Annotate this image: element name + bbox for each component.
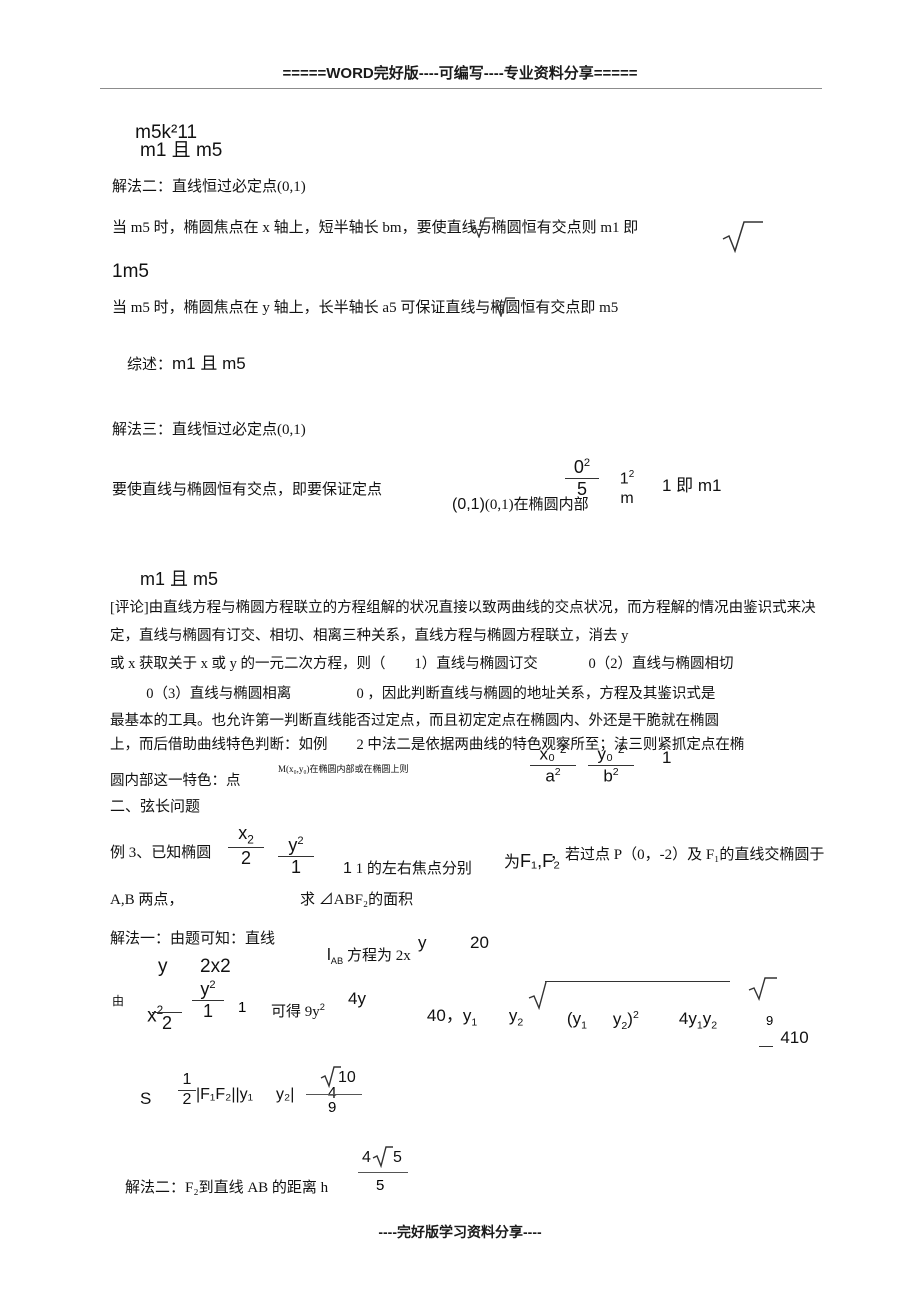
section-title-chord-length: 二、弦长问题	[110, 799, 201, 815]
solution-two-case-one-cont: 1m5	[112, 261, 149, 282]
example3-tail: ，若过点 P（0，-2）及 F₁的直线交椭圆于	[550, 847, 825, 863]
system-top-expression: 2x2	[200, 956, 231, 977]
solution-three-lead: 要使直线与椭圆恒有交点，即要保证定点	[112, 482, 383, 498]
conclusion-m1-and-m5-second: m1 且 m5	[140, 569, 219, 589]
area-symbol-s: S	[140, 1089, 152, 1108]
area-expression-left: |F₁F₂||y₁	[196, 1086, 254, 1103]
sqrt-inner-y2: y2)2	[612, 1009, 639, 1033]
solution-one-eq-tail: 20	[470, 933, 489, 952]
fraction-x-over-two-system: . 2	[152, 992, 182, 1033]
sqrt-inner-expression: (y1	[566, 1009, 587, 1032]
header-divider	[100, 88, 822, 89]
solution-two-title: 解法二：直线恒过必定点(0,1)	[112, 179, 306, 195]
result-fraction-denominator: 9	[766, 1013, 774, 1028]
fraction-one-squared-over-m: 12 m	[619, 469, 635, 508]
comment-paragraph-intro: [评论]由直线方程与椭圆方程联立的方程组解的状况直接以致两曲线的交点状况，而方程…	[110, 600, 816, 644]
distance-result-radicand: 5	[393, 1149, 402, 1166]
distance-fraction-bar	[358, 1172, 408, 1173]
example3-line2-b: 求 ⊿ABF₂的面积	[300, 892, 414, 908]
document-page: =====WORD完好版----可编写----专业资料分享===== m5k²1…	[0, 0, 920, 1303]
solution-two-case-two: 当 m5 时，椭圆焦点在 y 轴上，长半轴长 a5 可保证直线与椭圆恒有交点即 …	[112, 300, 619, 316]
solution-one-eq-y: y	[418, 933, 427, 952]
solution-one-line-ab: lAB 方程为 2x	[327, 945, 411, 966]
page-footer: ----完好版学习资料分享----	[378, 1224, 542, 1240]
system-equals-one: 1	[238, 999, 247, 1016]
example3-mid: 1 1 的左右焦点分别	[343, 860, 472, 877]
radical-icon-stray-small-2	[492, 296, 516, 317]
page-header: =====WORD完好版----可编写----专业资料分享=====	[282, 65, 638, 82]
solution-one-title: 解法一：由题可知：直线	[110, 931, 276, 947]
radical-overline-discriminant	[545, 981, 730, 982]
example3-line2-a: A,B 两点，	[110, 892, 184, 908]
system-result-b: 4y	[348, 989, 366, 1008]
area-expression-right: y₂|	[276, 1086, 295, 1103]
fraction-x0-squared-over-a-squared: x₀ 2 a2	[530, 743, 576, 785]
radical-icon-distance	[372, 1144, 394, 1168]
result-fraction-numerator: 410	[752, 995, 809, 1097]
point-inequality-tail: 1	[662, 748, 672, 767]
comment-paragraph-line4: 0（3）直线与椭圆相离 0 ，因此判断直线与椭圆的地址关系，方程及其鉴识式是	[110, 686, 716, 702]
system-label: 由	[112, 994, 125, 1008]
area-fraction-bar	[306, 1094, 362, 1095]
distance-result-denominator: 5	[376, 1177, 385, 1194]
area-result-denominator: 9	[328, 1099, 337, 1116]
solution-three-tail: 1 即 m1	[662, 476, 722, 495]
fraction-y-squared-over-one: y2 1	[278, 835, 314, 877]
fraction-zero-squared-over-five: 02 5	[565, 457, 599, 499]
point-inside-ellipse-note: M(x₀,y₀)在椭圆内部或在椭圆上则	[278, 764, 409, 774]
fraction-y-squared-over-one-system: y2 1	[192, 979, 224, 1021]
fraction-y0-squared-over-b-squared: y₀ 2 b2	[588, 743, 634, 785]
solution-two-distance-title: 解法二：F₂到直线 AB 的距离 h	[125, 1180, 329, 1196]
radical-icon-stray-large	[722, 219, 764, 253]
solution-two-case-one: 当 m5 时，椭圆焦点在 x 轴上，短半轴长 bm，要使直线与椭圆恒有交点则 m…	[112, 220, 639, 236]
comment-paragraph-line6: 上，而后借助曲线特色判断：如例 2 中法二是依据两曲线的特色观察所至；法三则紧抓…	[110, 737, 745, 753]
solution-three-title: 解法三：直线恒过必定点(0,1)	[112, 422, 306, 438]
fraction-one-half: 1 2	[178, 1071, 196, 1109]
radical-icon-stray-small	[470, 216, 496, 238]
system-result-lead: 可得 9y2	[271, 1002, 325, 1020]
system-top-y: y	[158, 956, 168, 977]
system-result-c: 40，y1	[426, 1006, 478, 1029]
conclusion-m1-and-m5-first: m1 且 m5	[140, 140, 223, 161]
comment-paragraph-line3: 或 x 获取关于 x 或 y 的一元二次方程，则（ 1）直线与椭圆订交 0（2）…	[110, 656, 734, 672]
solution-two-summary: 综述：m1 且 m5	[127, 354, 246, 373]
fraction-x-squared-over-two: x2 2	[228, 824, 264, 868]
system-result-d: y2	[508, 1006, 524, 1029]
area-result-radicand: 10	[338, 1069, 356, 1086]
example3-lead: 例 3、已知椭圆	[110, 845, 212, 861]
sqrt-inner-product: 4y1y2	[678, 1009, 718, 1032]
distance-result-numerator: 4	[362, 1149, 371, 1166]
